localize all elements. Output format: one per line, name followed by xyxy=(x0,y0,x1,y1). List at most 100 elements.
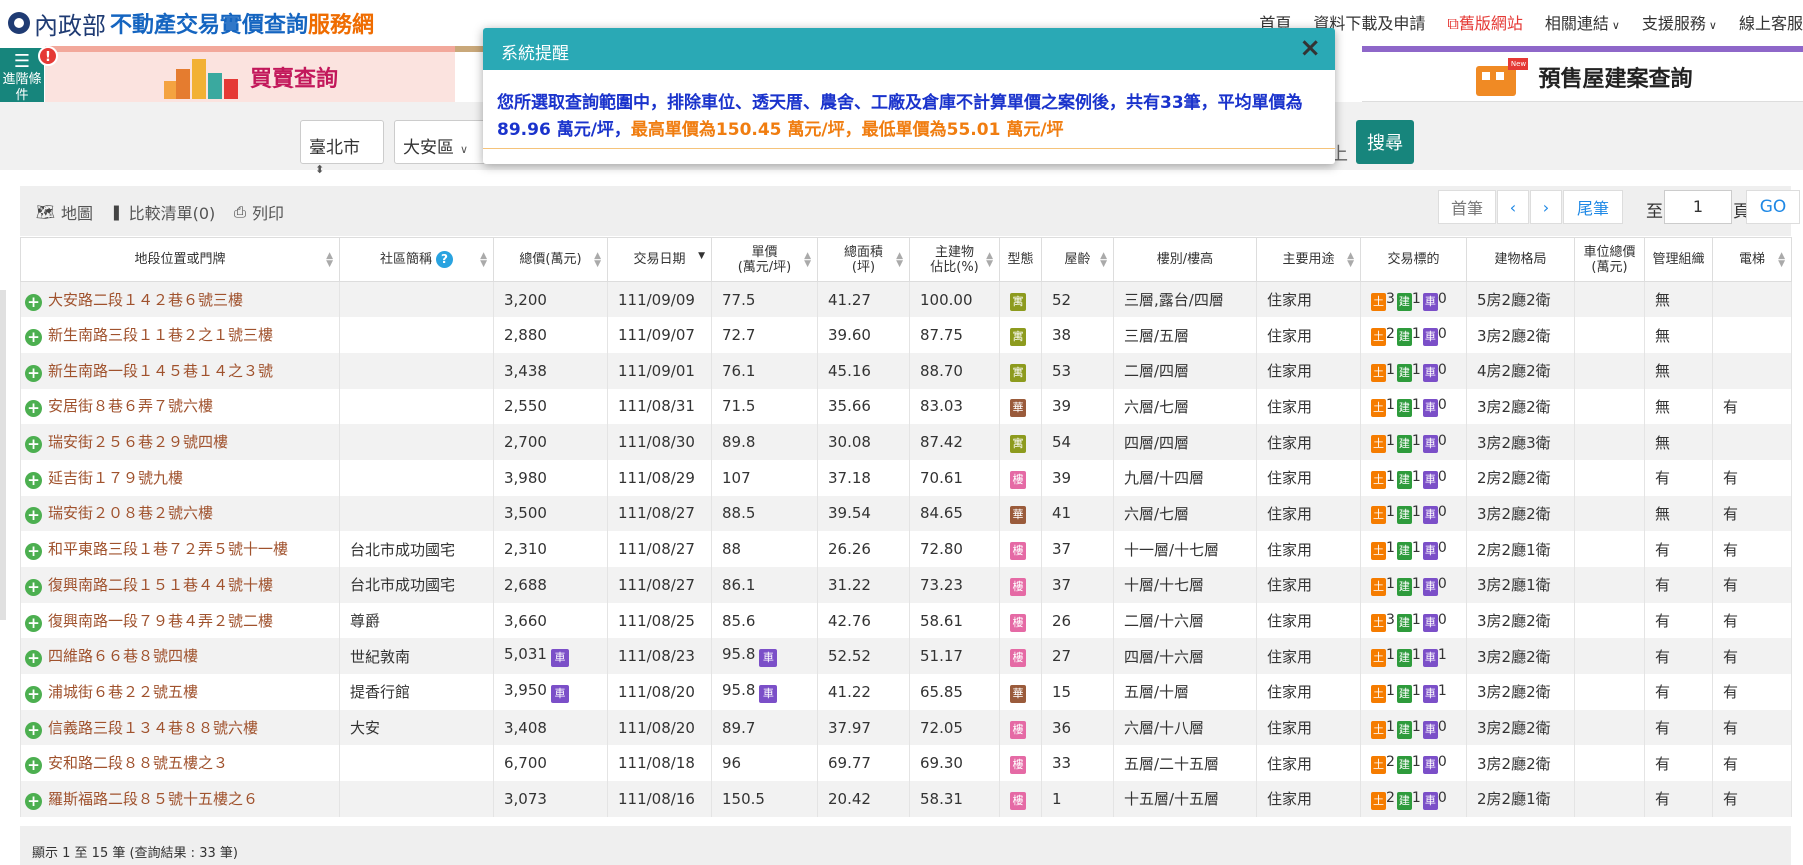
address-link[interactable]: 安居街８巷６弄７號六樓 xyxy=(48,397,213,415)
nav-online-service[interactable]: 線上客服 xyxy=(1739,10,1803,34)
table-row[interactable]: + 信義路三段１３４巷８８號六樓 大安 3,408 111/08/20 89.7 37.97… xyxy=(20,709,1792,746)
column-header[interactable]: 總價(萬元) ▲ ▼ xyxy=(493,237,608,282)
print-button[interactable]: ⎙ 列印 xyxy=(234,200,284,224)
address-link[interactable]: 復興南路一段７９巷４弄２號二樓 xyxy=(48,612,273,630)
expand-plus-icon[interactable]: + xyxy=(25,507,42,525)
expand-plus-icon[interactable]: + xyxy=(25,471,42,489)
address-link[interactable]: 復興南路二段１５１巷４４號十樓 xyxy=(48,576,273,594)
table-row[interactable]: + 安和路二段８８號五樓之３ 6,700 111/08/18 96 69.77 69.30 樓… xyxy=(20,745,1792,782)
address-cell[interactable]: + 延吉街１７９號九樓 xyxy=(20,459,340,496)
column-header[interactable]: 總面積 (坪) ▲ ▼ xyxy=(817,237,910,282)
expand-plus-icon[interactable]: + xyxy=(25,685,42,703)
address-cell[interactable]: + 瑞安街２５６巷２９號四樓 xyxy=(20,424,340,460)
address-cell[interactable]: + 大安路二段１４２巷６號三樓 xyxy=(20,281,340,318)
expand-plus-icon[interactable]: + xyxy=(25,721,42,739)
table-row[interactable]: + 瑞安街２０８巷２號六樓 3,500 111/08/27 88.5 39.54 84.65… xyxy=(20,495,1792,532)
column-header[interactable]: 社區簡稱? ▲ ▼ xyxy=(339,237,494,282)
table-row[interactable]: + 四維路６６巷８號四樓 世紀敦南 5,031 車 111/08/23 95.8 車 52.52… xyxy=(20,638,1792,675)
address-cell[interactable]: + 新生南路三段１１巷２之１號三樓 xyxy=(20,317,340,353)
address-link[interactable]: 信義路三段１３４巷８８號六樓 xyxy=(48,719,258,737)
sort-desc-icon[interactable]: ▼ xyxy=(698,251,705,260)
column-header[interactable]: 交易日期 ▼ xyxy=(607,237,712,282)
address-link[interactable]: 和平東路三段１巷７２弄５號十一樓 xyxy=(48,540,288,558)
column-header[interactable]: 單價 (萬元/坪) ▲ ▼ xyxy=(711,237,818,282)
tab-presale[interactable]: New 預售屋建案查詢 xyxy=(1362,52,1803,102)
expand-plus-icon[interactable]: + xyxy=(25,614,42,632)
table-row[interactable]: + 安居街８巷６弄７號六樓 2,550 111/08/31 71.5 35.66 83.03… xyxy=(20,388,1792,425)
column-header[interactable]: 屋齡 ▲ ▼ xyxy=(1041,237,1114,282)
close-icon[interactable]: × xyxy=(1299,33,1321,63)
go-button[interactable]: GO xyxy=(1746,190,1800,224)
search-button[interactable]: 搜尋 xyxy=(1356,120,1414,164)
address-link[interactable]: 羅斯福路二段８５號十五樓之６ xyxy=(48,790,258,808)
expand-plus-icon[interactable]: + xyxy=(25,329,42,347)
address-link[interactable]: 瑞安街２５６巷２９號四樓 xyxy=(48,433,228,451)
address-cell[interactable]: + 新生南路一段１４５巷１４之３號 xyxy=(20,352,340,389)
sort-icon[interactable]: ▲ ▼ xyxy=(1778,251,1785,268)
expand-plus-icon[interactable]: + xyxy=(25,543,42,561)
sort-icon[interactable]: ▲ ▼ xyxy=(594,251,601,268)
column-header[interactable]: 地段位置或門牌 ▲ ▼ xyxy=(20,237,340,282)
address-link[interactable]: 新生南路一段１４５巷１４之３號 xyxy=(48,362,273,380)
table-row[interactable]: + 新生南路三段１１巷２之１號三樓 2,880 111/09/07 72.7 39.60 8… xyxy=(20,317,1792,353)
sort-icon[interactable]: ▲ ▼ xyxy=(326,251,333,268)
page-number-input[interactable]: 1 xyxy=(1664,190,1732,224)
expand-plus-icon[interactable]: + xyxy=(25,578,42,596)
next-page-button[interactable]: › xyxy=(1530,190,1562,224)
address-cell[interactable]: + 信義路三段１３４巷８８號六樓 xyxy=(20,709,340,746)
sort-icon[interactable]: ▲ ▼ xyxy=(804,251,811,268)
nav-support[interactable]: 支援服務 ∨ xyxy=(1642,10,1717,34)
table-row[interactable]: + 新生南路一段１４５巷１４之３號 3,438 111/09/01 76.1 45.16 8… xyxy=(20,352,1792,389)
site-logo[interactable]: 內政部 不動產交易實價查詢 服務網 xyxy=(8,8,374,40)
expand-plus-icon[interactable]: + xyxy=(25,757,42,775)
table-row[interactable]: + 羅斯福路二段８５號十五樓之６ 3,073 111/08/16 150.5 20.42 5… xyxy=(20,781,1792,817)
sort-icon[interactable]: ▲ ▼ xyxy=(896,251,903,268)
column-header[interactable]: 電梯 ▲ ▼ xyxy=(1712,237,1792,282)
expand-plus-icon[interactable]: + xyxy=(25,650,42,668)
address-cell[interactable]: + 四維路６６巷８號四樓 xyxy=(20,638,340,675)
table-row[interactable]: + 瑞安街２５６巷２９號四樓 2,700 111/08/30 89.8 30.08 87.4… xyxy=(20,424,1792,460)
expand-plus-icon[interactable]: + xyxy=(25,400,42,418)
expand-plus-icon[interactable]: + xyxy=(25,293,42,311)
expand-plus-icon[interactable]: + xyxy=(25,364,42,382)
column-header[interactable]: 主建物 佔比(%) ▲ ▼ xyxy=(909,237,1000,282)
sort-icon[interactable]: ▲ ▼ xyxy=(1100,251,1107,268)
first-page-button[interactable]: 首筆 xyxy=(1438,190,1496,224)
address-link[interactable]: 安和路二段８８號五樓之３ xyxy=(48,754,228,772)
help-icon[interactable]: ? xyxy=(436,251,453,268)
address-cell[interactable]: + 羅斯福路二段８５號十五樓之６ xyxy=(20,781,340,817)
district-select[interactable]: 大安區 ∨ xyxy=(394,120,494,164)
column-header[interactable]: 主要用途 ▲ ▼ xyxy=(1256,237,1361,282)
address-cell[interactable]: + 安居街８巷６弄７號六樓 xyxy=(20,388,340,425)
expand-plus-icon[interactable]: + xyxy=(25,436,42,454)
address-cell[interactable]: + 和平東路三段１巷７２弄５號十一樓 xyxy=(20,531,340,567)
address-link[interactable]: 延吉街１７９號九樓 xyxy=(48,469,183,487)
address-link[interactable]: 四維路６６巷８號四樓 xyxy=(48,647,198,665)
address-cell[interactable]: + 浦城街６巷２２號五樓 xyxy=(20,674,340,710)
tab-buy[interactable]: 買賣查詢 xyxy=(45,52,455,102)
scrollbar[interactable] xyxy=(0,290,6,620)
last-page-button[interactable]: 尾筆 xyxy=(1563,190,1623,224)
expand-plus-icon[interactable]: + xyxy=(25,792,42,810)
nav-old-site[interactable]: ⧉舊版網站 xyxy=(1447,10,1522,34)
address-link[interactable]: 新生南路三段１１巷２之１號三樓 xyxy=(48,326,273,344)
table-row[interactable]: + 復興南路二段１５１巷４４號十樓 台北市成功國宅 2,688 111/08/27 86.… xyxy=(20,567,1792,603)
nav-related-links[interactable]: 相關連結 ∨ xyxy=(1545,10,1620,34)
sort-icon[interactable]: ▲ ▼ xyxy=(1347,251,1354,268)
address-link[interactable]: 大安路二段１４２巷６號三樓 xyxy=(48,291,243,309)
address-cell[interactable]: + 復興南路一段７９巷４弄２號二樓 xyxy=(20,602,340,639)
sort-icon[interactable]: ▲ ▼ xyxy=(986,251,993,268)
table-row[interactable]: + 復興南路一段７９巷４弄２號二樓 尊爵 3,660 111/08/25 85.6 42.7… xyxy=(20,602,1792,639)
city-select[interactable]: 臺北市 ⬍ xyxy=(300,120,384,176)
map-button[interactable]: 🗺 地圖 xyxy=(36,200,93,224)
compare-list-button[interactable]: ❚ 比較清單(0) xyxy=(110,200,215,224)
address-link[interactable]: 瑞安街２０８巷２號六樓 xyxy=(48,504,213,522)
address-cell[interactable]: + 復興南路二段１５１巷４４號十樓 xyxy=(20,567,340,603)
table-row[interactable]: + 浦城街６巷２２號五樓 提香行館 3,950 車 111/08/20 95.8 車 41.22… xyxy=(20,674,1792,710)
address-cell[interactable]: + 安和路二段８８號五樓之３ xyxy=(20,745,340,782)
table-row[interactable]: + 大安路二段１４２巷６號三樓 3,200 111/09/09 77.5 41.27 100… xyxy=(20,281,1792,318)
address-cell[interactable]: + 瑞安街２０８巷２號六樓 xyxy=(20,495,340,532)
sort-icon[interactable]: ▲ ▼ xyxy=(480,251,487,268)
address-link[interactable]: 浦城街６巷２２號五樓 xyxy=(48,683,198,701)
prev-page-button[interactable]: ‹ xyxy=(1497,190,1529,224)
